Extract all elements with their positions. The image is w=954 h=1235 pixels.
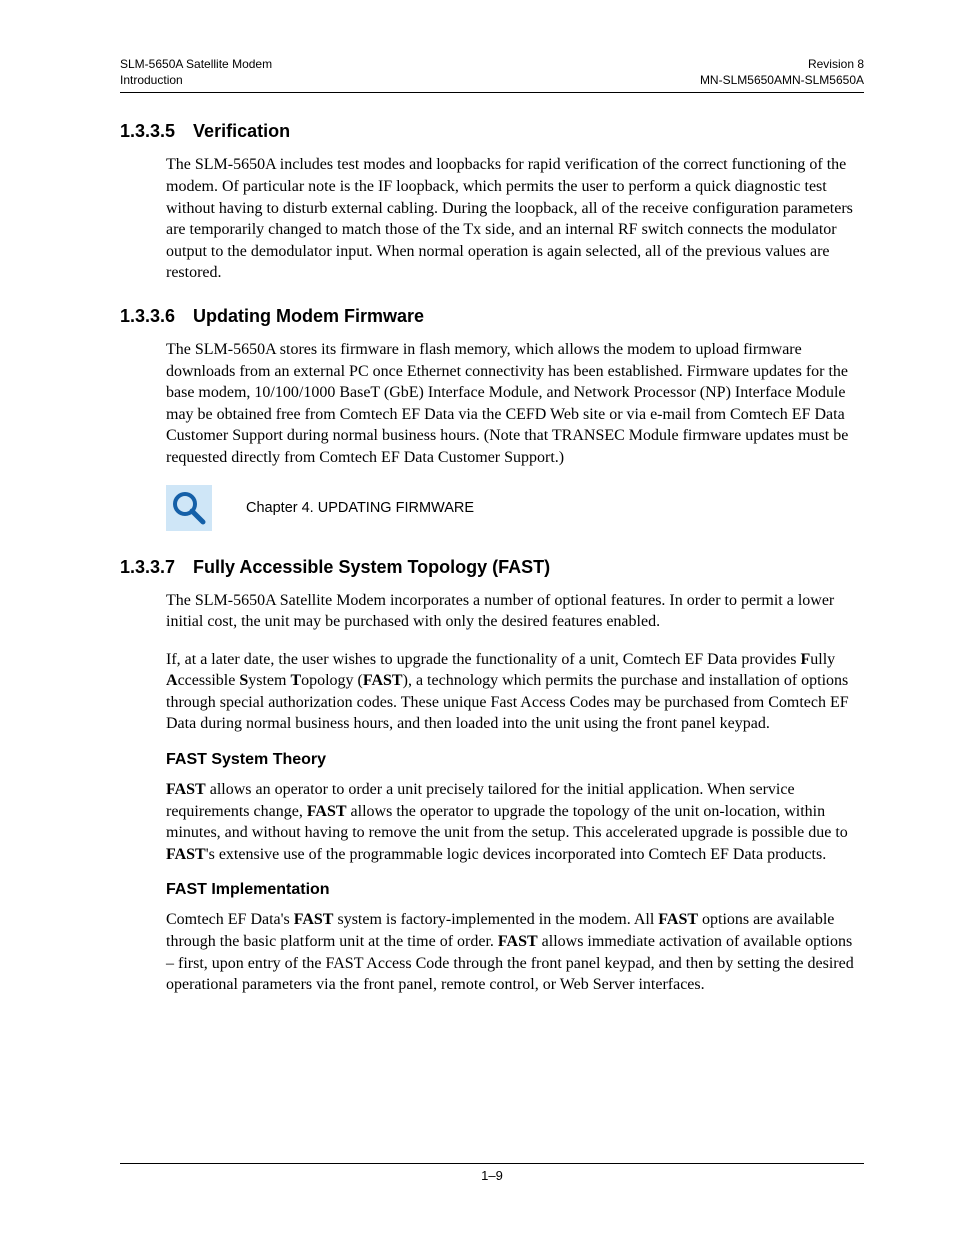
paragraph: FAST allows an operator to order a unit … bbox=[166, 779, 864, 865]
header-product: SLM-5650A Satellite Modem bbox=[120, 56, 272, 72]
page-number: 1–9 bbox=[481, 1168, 503, 1183]
subheading-fast-implementation: FAST Implementation bbox=[166, 881, 864, 899]
document-page: SLM-5650A Satellite Modem Introduction R… bbox=[0, 0, 954, 1235]
page-footer: 1–9 bbox=[120, 1163, 864, 1183]
heading-title: Updating Modem Firmware bbox=[193, 306, 424, 327]
bold: FAST bbox=[658, 911, 698, 928]
magnifier-icon bbox=[166, 485, 212, 531]
bold: T bbox=[290, 672, 301, 689]
bold: F bbox=[800, 651, 810, 668]
heading-number: 1.3.3.5 bbox=[120, 121, 175, 142]
header-right: Revision 8 MN-SLM5650AMN-SLM5650A bbox=[700, 56, 864, 88]
text: ystem bbox=[248, 672, 290, 689]
text: ully bbox=[810, 651, 835, 668]
bold: FAST bbox=[166, 846, 206, 863]
reference-callout: Chapter 4. UPDATING FIRMWARE bbox=[166, 485, 864, 531]
paragraph: The SLM-5650A includes test modes and lo… bbox=[166, 154, 864, 284]
paragraph: Comtech EF Data's FAST system is factory… bbox=[166, 909, 864, 995]
text: 's extensive use of the programmable log… bbox=[206, 846, 826, 863]
bold: FAST bbox=[294, 911, 334, 928]
page-header: SLM-5650A Satellite Modem Introduction R… bbox=[120, 56, 864, 93]
heading-title: Fully Accessible System Topology (FAST) bbox=[193, 557, 550, 578]
header-docnum: MN-SLM5650AMN-SLM5650A bbox=[700, 72, 864, 88]
header-left: SLM-5650A Satellite Modem Introduction bbox=[120, 56, 272, 88]
text: If, at a later date, the user wishes to … bbox=[166, 651, 800, 668]
heading-1-3-3-7: 1.3.3.7 Fully Accessible System Topology… bbox=[120, 557, 864, 578]
bold: FAST bbox=[363, 672, 403, 689]
heading-1-3-3-5: 1.3.3.5 Verification bbox=[120, 121, 864, 142]
text: Comtech EF Data's bbox=[166, 911, 294, 928]
subheading-fast-theory: FAST System Theory bbox=[166, 751, 864, 769]
bold: S bbox=[239, 672, 248, 689]
bold: A bbox=[166, 672, 178, 689]
bold: FAST bbox=[498, 933, 538, 950]
bold: FAST bbox=[307, 803, 347, 820]
text: system is factory-implemented in the mod… bbox=[333, 911, 658, 928]
text: opology ( bbox=[301, 672, 363, 689]
paragraph: If, at a later date, the user wishes to … bbox=[166, 649, 864, 735]
heading-number: 1.3.3.7 bbox=[120, 557, 175, 578]
text: ccessible bbox=[178, 672, 240, 689]
callout-text: Chapter 4. UPDATING FIRMWARE bbox=[246, 500, 474, 516]
heading-number: 1.3.3.6 bbox=[120, 306, 175, 327]
heading-1-3-3-6: 1.3.3.6 Updating Modem Firmware bbox=[120, 306, 864, 327]
header-section: Introduction bbox=[120, 72, 272, 88]
paragraph: The SLM-5650A stores its firmware in fla… bbox=[166, 339, 864, 469]
paragraph: The SLM-5650A Satellite Modem incorporat… bbox=[166, 590, 864, 633]
header-revision: Revision 8 bbox=[700, 56, 864, 72]
heading-title: Verification bbox=[193, 121, 290, 142]
bold: FAST bbox=[166, 781, 206, 798]
